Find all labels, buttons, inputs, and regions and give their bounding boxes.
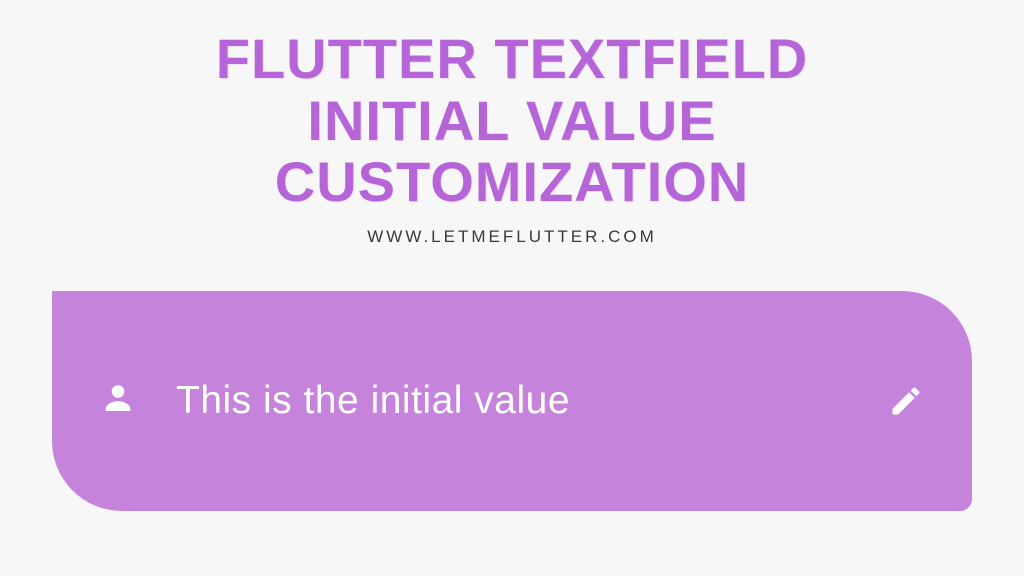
main-heading: Flutter Textfield Initial Value Customiz… bbox=[216, 28, 809, 213]
heading-line-3: Customization bbox=[275, 150, 749, 213]
heading-line-2: Initial Value bbox=[307, 89, 716, 152]
heading-line-1: Flutter Textfield bbox=[216, 27, 809, 90]
textfield-value: This is the initial value bbox=[176, 379, 570, 423]
person-icon bbox=[100, 381, 136, 421]
pencil-icon[interactable] bbox=[888, 383, 924, 419]
heading-block: Flutter Textfield Initial Value Customiz… bbox=[216, 28, 809, 247]
textfield-container[interactable]: This is the initial value bbox=[52, 291, 972, 511]
subheading-url: WWW.LETMEFLUTTER.COM bbox=[216, 227, 809, 247]
